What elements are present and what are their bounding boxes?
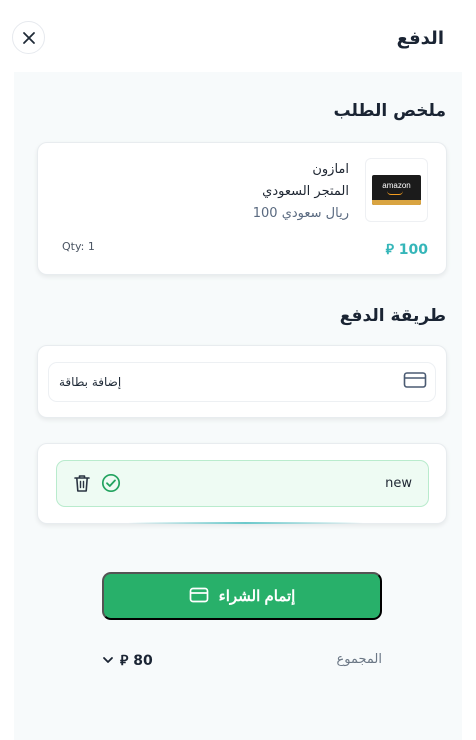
item-details: امازون المتجر السعودي ريال سعودي 100 [253, 159, 349, 225]
item-price: 100 ⃁ [385, 242, 428, 258]
saved-payment-method[interactable]: new [56, 460, 429, 507]
saved-method-name: new [385, 476, 412, 491]
item-store: المتجر السعودي [262, 184, 349, 199]
item-quantity: Qty: 1 [62, 240, 95, 253]
amazon-logo-text: amazon [382, 181, 411, 190]
amazon-smile-logo [387, 191, 403, 195]
scroll-indicator [128, 522, 363, 524]
credit-card-icon [189, 587, 209, 606]
add-card-button[interactable]: إضافة بطاقة [48, 362, 436, 402]
total-amount: 80 ⃁ [120, 653, 153, 669]
page-title: الدفع [396, 28, 444, 49]
header: الدفع [0, 0, 476, 72]
complete-purchase-label: إتمام الشراء [218, 588, 296, 605]
order-summary-title: ملخص الطلب [333, 101, 446, 121]
gift-card-strip [372, 200, 421, 205]
order-item-card: amazon امازون المتجر السعودي ريال سعودي … [37, 142, 447, 275]
product-thumbnail: amazon [365, 158, 428, 222]
close-button[interactable] [12, 21, 45, 54]
amazon-gift-card-image: amazon [372, 175, 421, 205]
close-icon [22, 31, 35, 44]
chevron-down-icon [103, 657, 113, 663]
total-row: المجموع 80 ⃁ [102, 652, 382, 670]
item-denomination: ريال سعودي 100 [252, 206, 349, 221]
trash-icon[interactable] [73, 473, 91, 497]
saved-method-card: new [37, 443, 447, 524]
total-toggle[interactable]: 80 ⃁ [102, 651, 153, 669]
item-brand: امازون [312, 162, 349, 177]
payment-method-title: طريقة الدفع [339, 306, 446, 326]
complete-purchase-button[interactable]: إتمام الشراء [102, 572, 382, 620]
check-circle-icon [101, 473, 121, 497]
total-label: المجموع [336, 652, 382, 667]
credit-card-icon [403, 371, 427, 393]
add-card-label: إضافة بطاقة [59, 375, 122, 389]
add-card-card: إضافة بطاقة [37, 345, 447, 418]
